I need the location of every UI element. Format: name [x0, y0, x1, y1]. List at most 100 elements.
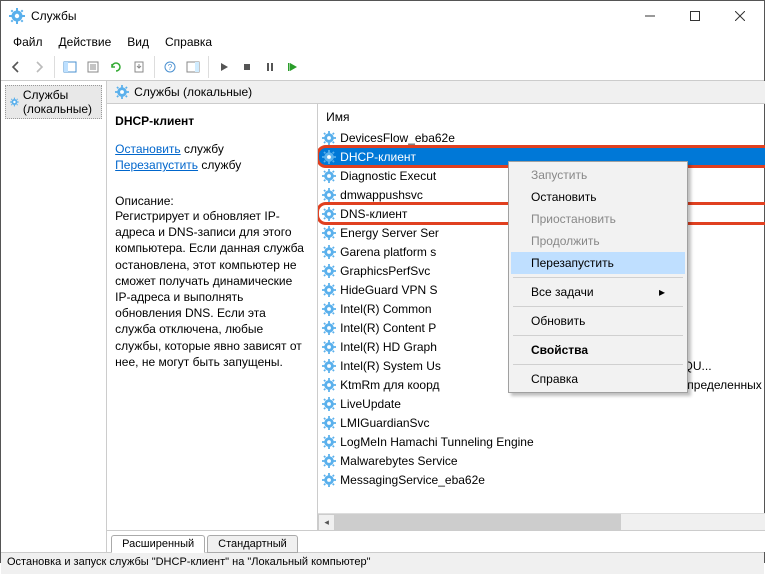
svg-text:?: ? [168, 63, 173, 72]
action-pane-button[interactable] [182, 56, 204, 78]
gear-icon [322, 416, 336, 430]
menu-action[interactable]: Действие [51, 33, 120, 51]
gear-icon [322, 302, 336, 316]
cm-separator [513, 335, 683, 336]
menu-view[interactable]: Вид [119, 33, 157, 51]
horizontal-scrollbar[interactable]: ◂ ▸ [318, 513, 765, 530]
pane-title: Службы (локальные) [134, 85, 252, 99]
gear-icon [322, 207, 336, 221]
stop-line: Остановить службу [115, 142, 309, 156]
minimize-button[interactable] [627, 2, 672, 30]
cm-restart[interactable]: Перезапустить [511, 252, 685, 274]
service-name: HideGuard VPN S [340, 283, 437, 297]
cm-properties[interactable]: Свойства [511, 339, 685, 361]
menubar: Файл Действие Вид Справка [1, 31, 764, 53]
gear-icon [322, 473, 336, 487]
help-button[interactable]: ? [159, 56, 181, 78]
restart-service-button[interactable] [282, 56, 304, 78]
service-name: Intel(R) HD Graph [340, 340, 437, 354]
service-name: DevicesFlow_eba62e [340, 131, 455, 145]
cm-start[interactable]: Запустить [511, 164, 685, 186]
description-label: Описание: [115, 194, 309, 208]
service-row[interactable]: LMIGuardianSvc [318, 413, 765, 432]
cm-separator [513, 364, 683, 365]
cm-separator [513, 277, 683, 278]
app-icon [9, 8, 25, 24]
gear-icon [322, 226, 336, 240]
service-name: LogMeIn Hamachi Tunneling Engine [340, 435, 533, 449]
menu-file[interactable]: Файл [5, 33, 51, 51]
properties-button[interactable] [82, 56, 104, 78]
cm-separator [513, 306, 683, 307]
cm-resume[interactable]: Продолжить [511, 230, 685, 252]
menu-help[interactable]: Справка [157, 33, 220, 51]
start-service-button[interactable] [213, 56, 235, 78]
service-row[interactable]: LogMeIn Hamachi Tunneling Engine [318, 432, 765, 451]
service-row[interactable]: Malwarebytes Service [318, 451, 765, 470]
gear-icon [10, 95, 19, 109]
export-button[interactable] [128, 56, 150, 78]
service-name: LiveUpdate [340, 397, 401, 411]
gear-icon [322, 359, 336, 373]
gear-icon [322, 435, 336, 449]
scroll-left-icon[interactable]: ◂ [318, 514, 335, 531]
refresh-button[interactable] [105, 56, 127, 78]
service-name: MessagingService_eba62e [340, 473, 485, 487]
gear-icon [322, 283, 336, 297]
tree-root-label: Службы (локальные) [23, 88, 97, 116]
gear-icon [322, 150, 336, 164]
view-tabs: Расширенный Стандартный [107, 530, 765, 552]
window-title: Службы [31, 9, 627, 23]
cm-help[interactable]: Справка [511, 368, 685, 390]
forward-button[interactable] [28, 56, 50, 78]
tab-extended[interactable]: Расширенный [111, 535, 205, 553]
service-name: DNS-клиент [340, 207, 407, 221]
service-name: GraphicsPerfSvc [340, 264, 430, 278]
close-button[interactable] [717, 2, 762, 30]
service-name: LMIGuardianSvc [340, 416, 429, 430]
service-row[interactable]: DevicesFlow_eba62e [318, 128, 765, 147]
column-header[interactable]: Имя ▴ [318, 104, 765, 128]
cm-all-tasks[interactable]: Все задачи ▸ [511, 281, 685, 303]
statusbar: Остановка и запуск службы "DHCP-клиент" … [1, 552, 764, 574]
maximize-button[interactable] [672, 2, 717, 30]
hscroll-thumb[interactable] [335, 514, 621, 531]
stop-service-button[interactable] [236, 56, 258, 78]
pane-header: Службы (локальные) [107, 81, 765, 104]
service-name: Intel(R) Common [340, 302, 431, 316]
service-name: dmwappushsvc [340, 188, 423, 202]
tree-root-item[interactable]: Службы (локальные) [5, 85, 102, 119]
cm-pause[interactable]: Приостановить [511, 208, 685, 230]
gear-icon [322, 321, 336, 335]
tab-standard[interactable]: Стандартный [207, 535, 298, 553]
gear-icon [322, 397, 336, 411]
show-hide-tree-button[interactable] [59, 56, 81, 78]
restart-line: Перезапустить службу [115, 158, 309, 172]
submenu-arrow-icon: ▸ [659, 285, 665, 299]
detail-pane: DHCP-клиент Остановить службу Перезапуст… [107, 104, 317, 530]
gear-icon [322, 245, 336, 259]
gear-icon [322, 169, 336, 183]
service-name: Energy Server Ser [340, 226, 439, 240]
titlebar: Службы [1, 1, 764, 31]
service-name: Intel(R) System Us [340, 359, 441, 373]
service-row[interactable]: LiveUpdate [318, 394, 765, 413]
back-button[interactable] [5, 56, 27, 78]
gear-icon [115, 85, 129, 99]
service-name: Diagnostic Execut [340, 169, 436, 183]
column-name: Имя [326, 110, 349, 124]
gear-icon [322, 264, 336, 278]
gear-icon [322, 131, 336, 145]
cm-refresh[interactable]: Обновить [511, 310, 685, 332]
service-name: DHCP-клиент [340, 150, 416, 164]
stop-link[interactable]: Остановить [115, 142, 181, 156]
pause-service-button[interactable] [259, 56, 281, 78]
cm-stop[interactable]: Остановить [511, 186, 685, 208]
service-name: KtmRm для коорд [340, 378, 439, 392]
gear-icon [322, 378, 336, 392]
gear-icon [322, 454, 336, 468]
service-row[interactable]: MessagingService_eba62e [318, 470, 765, 489]
service-name: Malwarebytes Service [340, 454, 457, 468]
console-tree: Службы (локальные) [1, 81, 107, 552]
restart-link[interactable]: Перезапустить [115, 158, 198, 172]
